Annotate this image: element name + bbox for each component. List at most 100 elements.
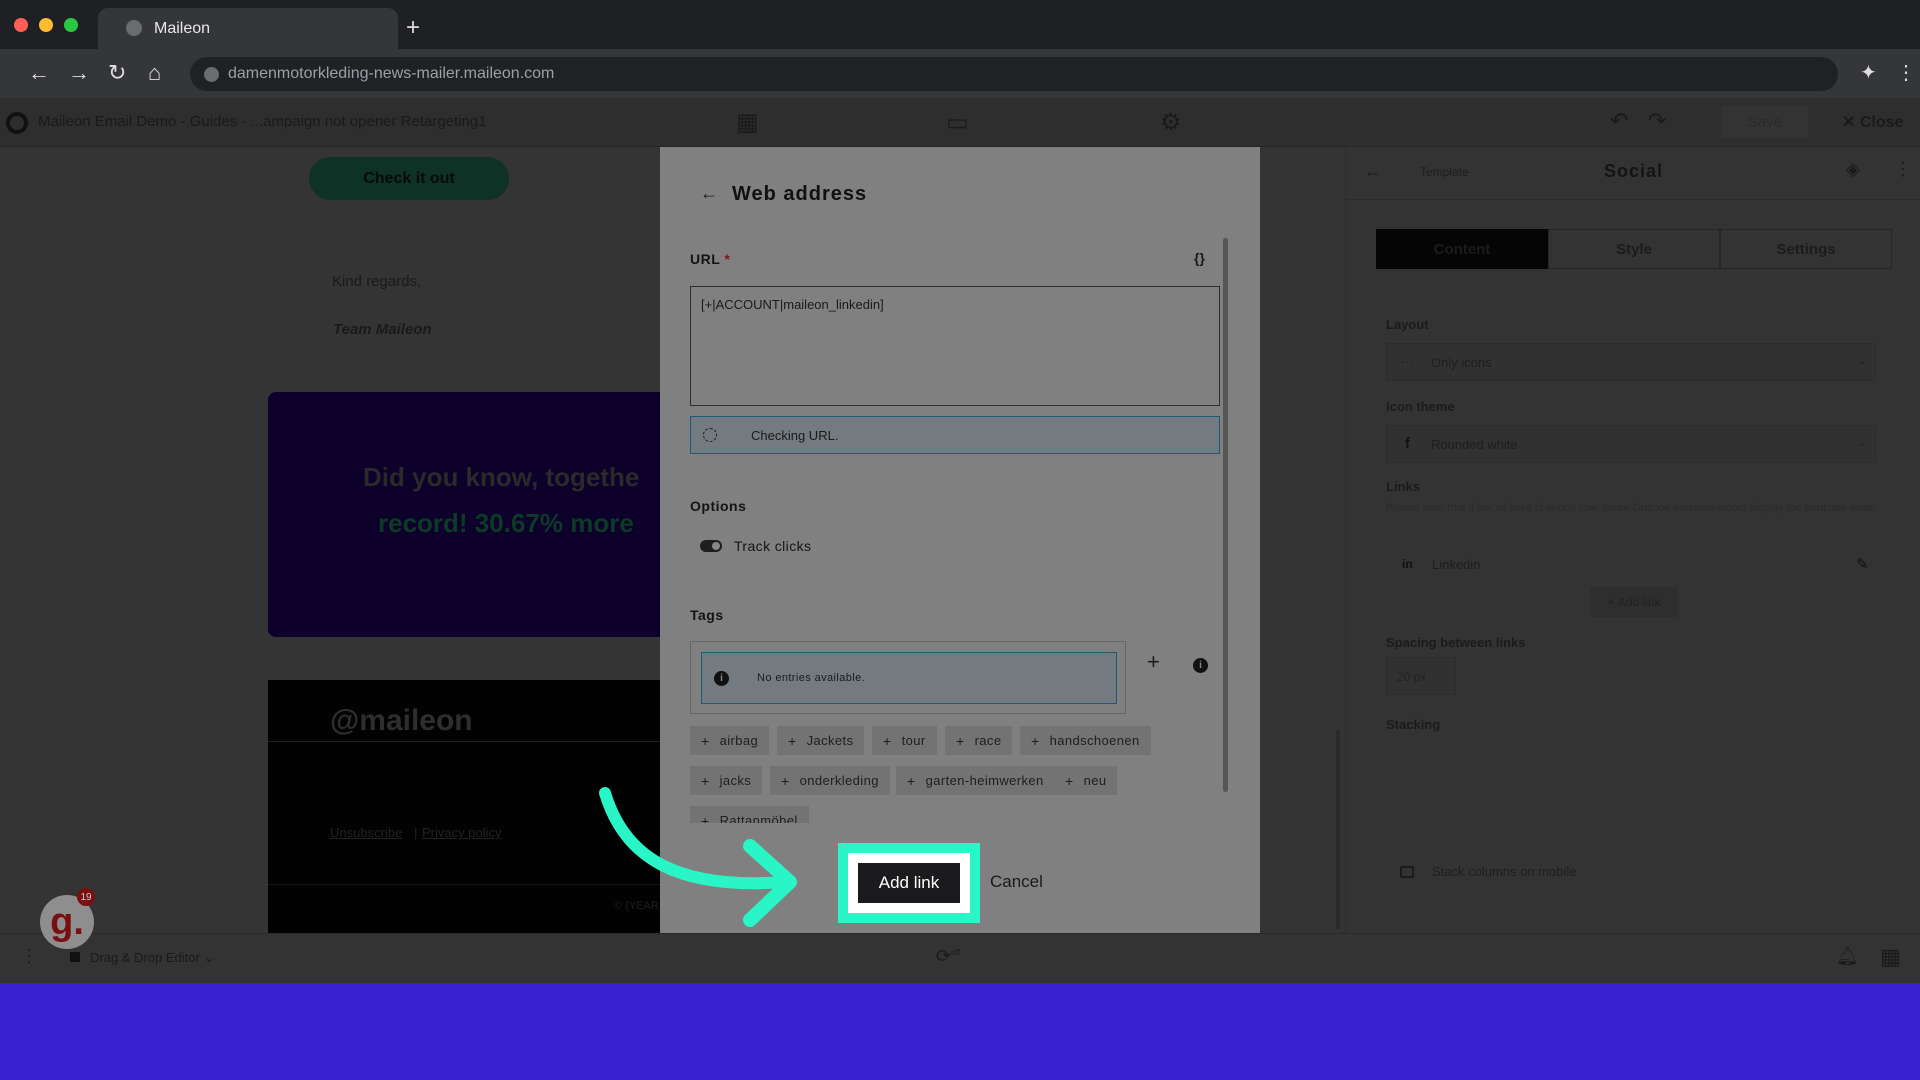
url-input[interactable]: [+|ACCOUNT|maileon_linkedin] xyxy=(690,286,1220,406)
dialog-title: Web address xyxy=(732,183,868,205)
close-button[interactable]: ✕ Close xyxy=(1842,112,1903,132)
status-bar: ⋮ Drag & Drop Editor ⌄ ⟳off 🔔︎ ▦ xyxy=(0,933,1920,983)
required-marker: * xyxy=(724,251,731,267)
menu-dots-icon[interactable]: ⋮ xyxy=(20,946,38,967)
desktop-preview-icon[interactable]: ▭ xyxy=(946,108,969,137)
editor-mode-select[interactable]: Drag & Drop Editor ⌄ xyxy=(90,950,214,966)
url-label: URL * xyxy=(690,251,731,267)
check-it-out-button[interactable]: Check it out xyxy=(309,157,509,200)
edit-pencil-icon[interactable]: ✎ xyxy=(1856,555,1869,573)
unsubscribe-link[interactable]: Unsubscribe xyxy=(330,825,402,840)
browser-tab[interactable]: Maileon xyxy=(98,8,398,49)
tag-chip-tour[interactable]: + tour xyxy=(872,726,937,755)
icon-theme-select[interactable]: f Rounded white ⌄ xyxy=(1386,425,1876,463)
facebook-icon: f xyxy=(1405,435,1410,452)
add-link-highlight: Add link xyxy=(838,843,980,923)
breadcrumb[interactable]: Maileon Email Demo - Guides - ...ampaign… xyxy=(38,113,487,130)
banner-line-1: Did you know, togethe xyxy=(363,462,640,492)
back-arrow-icon[interactable]: ← xyxy=(1364,161,1382,182)
maximize-window-button[interactable] xyxy=(64,18,78,32)
back-icon[interactable]: ← xyxy=(28,60,50,86)
site-info-icon xyxy=(204,67,219,82)
stack-mobile-label: Stack columns on mobile xyxy=(1432,864,1577,879)
add-link-button[interactable]: Add link xyxy=(858,863,960,903)
stack-mobile-checkbox[interactable] xyxy=(1400,866,1414,878)
canvas-scrollbar[interactable] xyxy=(1336,729,1340,929)
app-toolbar: Maileon Email Demo - Guides - ...ampaign… xyxy=(0,98,1920,147)
reload-icon[interactable]: ↻ xyxy=(108,60,126,86)
tab-title: Maileon xyxy=(154,19,211,37)
team-signature: Team Maileon xyxy=(333,321,432,338)
loading-spinner-icon xyxy=(703,428,717,442)
promo-banner: Did you know, togethe record! 30.67% mor… xyxy=(268,392,660,637)
tag-chip-race[interactable]: + race xyxy=(945,726,1013,755)
tab-style[interactable]: Style xyxy=(1548,229,1720,269)
close-window-button[interactable] xyxy=(14,18,28,32)
save-button[interactable]: Save xyxy=(1722,106,1808,138)
tags-info-icon[interactable]: i xyxy=(1193,658,1208,673)
link-item-linkedin[interactable]: Linkedin xyxy=(1432,557,1480,572)
dialog-scrollbar[interactable] xyxy=(1223,238,1228,792)
settings-gear-icon[interactable]: ⚙ xyxy=(1160,108,1182,137)
tag-chip-airbag[interactable]: + airbag xyxy=(690,726,770,755)
banner-line-2: record! 30.67% more xyxy=(378,508,634,538)
template-link[interactable]: Template xyxy=(1420,165,1469,179)
layout-dots-icon: ··· xyxy=(1401,354,1414,369)
info-icon: i xyxy=(714,670,729,686)
more-options-icon[interactable]: ⋮ xyxy=(1894,159,1912,180)
minimize-window-button[interactable] xyxy=(39,18,53,32)
undo-icon[interactable]: ↶ xyxy=(1610,108,1628,134)
track-clicks-toggle[interactable] xyxy=(700,540,722,552)
new-tab-button[interactable]: + xyxy=(406,14,420,42)
add-link-panel-button[interactable]: + Add link xyxy=(1590,587,1678,617)
icon-theme-label: Icon theme xyxy=(1386,399,1455,414)
apps-grid-icon[interactable]: ▦ xyxy=(1880,944,1901,970)
extensions-icon[interactable]: ✦ xyxy=(1860,60,1877,85)
cancel-button[interactable]: Cancel xyxy=(990,872,1043,892)
globe-icon xyxy=(126,20,142,36)
tab-content[interactable]: Content xyxy=(1376,229,1548,269)
privacy-policy-link[interactable]: Privacy policy xyxy=(422,825,501,840)
notification-count-badge: 19 xyxy=(77,888,95,906)
maileon-logo: @maileon xyxy=(330,704,473,737)
back-arrow-icon[interactable]: ← xyxy=(700,183,718,204)
stacking-label: Stacking xyxy=(1386,717,1441,732)
editor-icon xyxy=(70,952,80,962)
checking-text: Checking URL. xyxy=(751,427,839,443)
links-label: Links xyxy=(1386,479,1420,494)
notification-bell-icon[interactable]: 🔔︎ xyxy=(1836,946,1859,967)
tag-chip-jackets[interactable]: + Jackets xyxy=(777,726,865,755)
layers-icon[interactable]: ◈ xyxy=(1846,159,1860,180)
tag-chip-garten-heimwerken[interactable]: + garten-heimwerken xyxy=(896,766,1055,795)
track-clicks-label: Track clicks xyxy=(734,538,812,554)
properties-panel: ← Template Social ◈ ⋮ Content Style Sett… xyxy=(1345,147,1920,933)
layout-grid-icon[interactable]: ▦ xyxy=(736,108,759,137)
no-entries-text: No entries available. xyxy=(757,672,866,684)
tag-chip-neu[interactable]: + neu xyxy=(1054,766,1118,795)
browser-menu-icon[interactable]: ⋮ xyxy=(1896,60,1916,85)
regards-text: Kind regards, xyxy=(332,273,422,290)
panel-title: Social xyxy=(1604,161,1664,181)
icon-theme-value: Rounded white xyxy=(1431,437,1518,452)
add-tag-plus-icon[interactable]: + xyxy=(1147,649,1160,675)
spacing-input[interactable]: 20 px xyxy=(1386,657,1456,695)
tab-settings[interactable]: Settings xyxy=(1720,229,1892,269)
redo-icon[interactable]: ↷ xyxy=(1648,108,1666,134)
home-icon[interactable]: ⌂ xyxy=(148,60,161,86)
tag-chip-handschoenen[interactable]: + handschoenen xyxy=(1020,726,1151,755)
tags-label: Tags xyxy=(690,607,724,623)
placeholder-braces-icon[interactable]: {} xyxy=(1194,250,1205,266)
address-bar[interactable]: damenmotorkleding-news-mailer.maileon.co… xyxy=(190,57,1838,91)
forward-icon[interactable]: → xyxy=(68,60,90,86)
tags-box[interactable]: i No entries available. xyxy=(690,641,1126,714)
chevron-down-icon: ⌄ xyxy=(1857,437,1867,449)
url-text: damenmotorkleding-news-mailer.maileon.co… xyxy=(228,65,555,82)
url-check-status: Checking URL. xyxy=(690,416,1220,454)
links-note: Please note that if not all links fit in… xyxy=(1386,502,1879,514)
layout-select[interactable]: ··· Only icons ⌄ xyxy=(1386,343,1876,381)
layout-label: Layout xyxy=(1386,317,1429,332)
no-entries-notice: i No entries available. xyxy=(701,652,1117,704)
annotation-arrow-icon xyxy=(599,787,797,927)
layout-value: Only icons xyxy=(1431,355,1492,370)
autosave-icon[interactable]: ⟳off xyxy=(936,946,960,967)
